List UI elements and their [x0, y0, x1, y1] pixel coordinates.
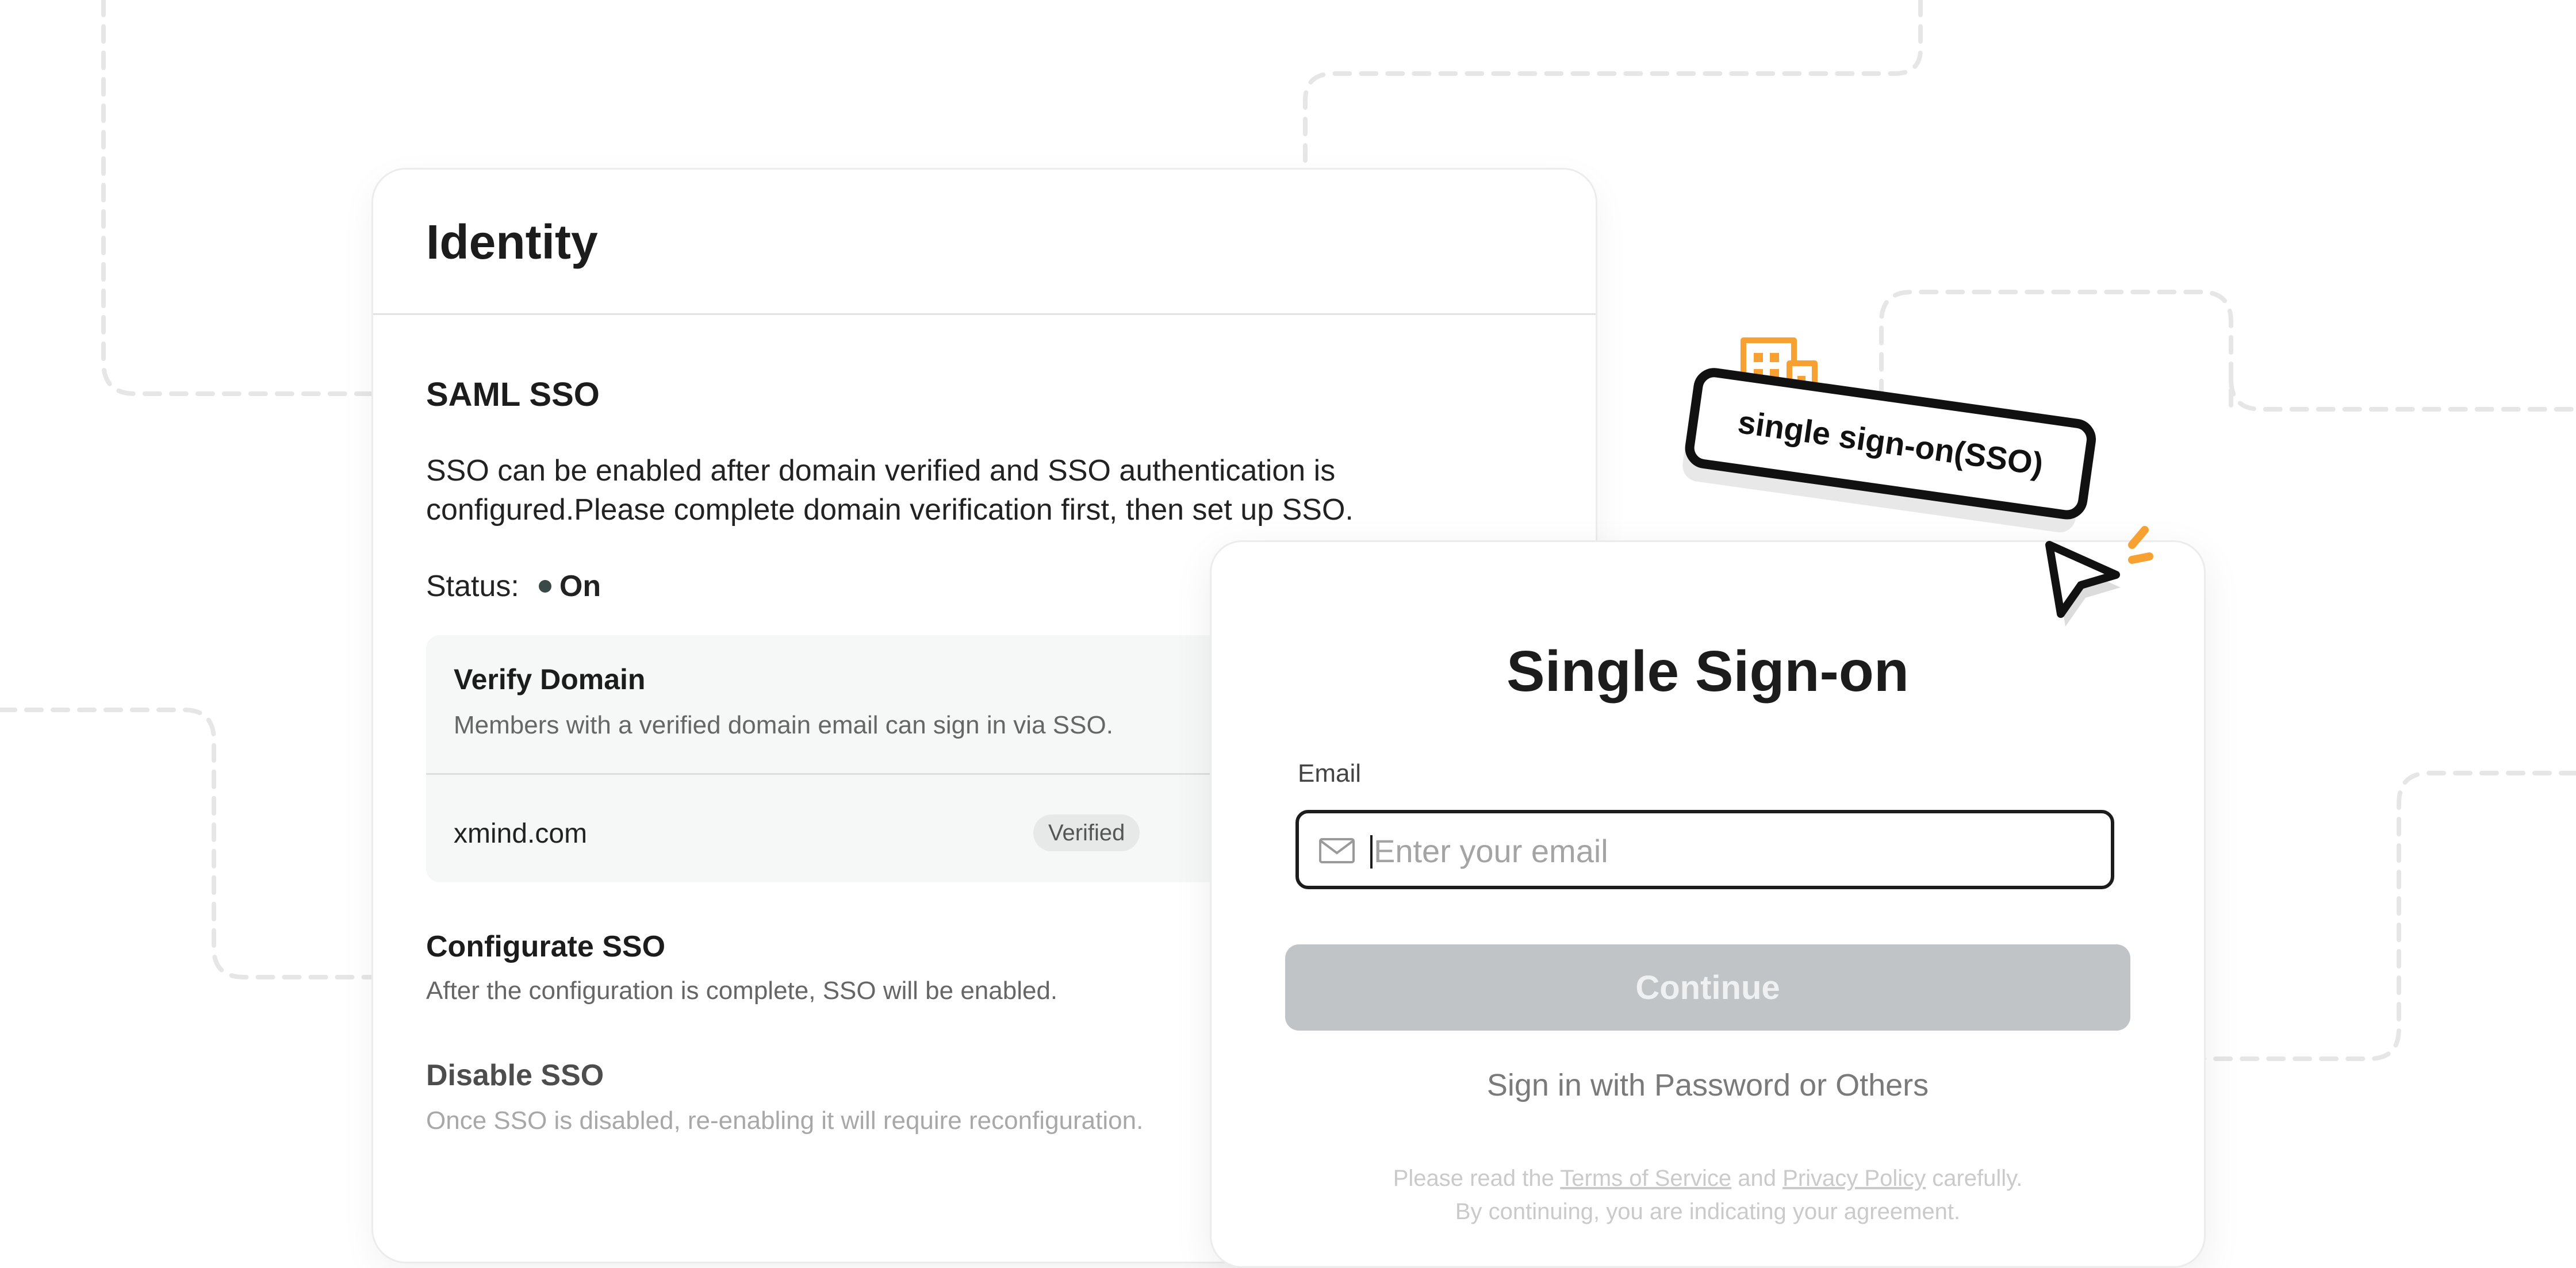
- status-row: Status: On: [426, 569, 601, 604]
- email-label: Email: [1298, 759, 1362, 787]
- status-value: On: [559, 570, 601, 603]
- status-label: Status:: [426, 570, 519, 603]
- mail-icon: [1319, 838, 1355, 863]
- saml-sso-description: SSO can be enabled after domain verified…: [426, 451, 1461, 529]
- disable-sso-title: Disable SSO: [426, 1059, 604, 1092]
- verify-domain-description: Members with a verified domain email can…: [454, 711, 1113, 739]
- terms-prefix: Please read the: [1393, 1166, 1554, 1191]
- continue-button[interactable]: Continue: [1285, 944, 2130, 1031]
- privacy-policy-link[interactable]: Privacy Policy: [1782, 1166, 1926, 1191]
- verified-badge: Verified: [1033, 814, 1140, 851]
- cursor-icon: [2045, 541, 2121, 627]
- terms-notice: Please read the Terms of Service and Pri…: [1212, 1162, 2204, 1228]
- sign-in-with-password-link[interactable]: Sign in with Password or Others: [1212, 1067, 2204, 1103]
- sso-sticker: single sign-on(SSO): [1682, 337, 2153, 627]
- configurate-sso-title: Configurate SSO: [426, 930, 666, 963]
- status-dot-icon: [538, 580, 551, 593]
- terms-suffix: carefully.: [1932, 1166, 2023, 1191]
- identity-header: Identity: [373, 170, 1596, 315]
- configurate-sso-description: After the configuration is complete, SSO…: [426, 977, 1058, 1005]
- saml-sso-title: SAML SSO: [426, 376, 600, 413]
- email-field[interactable]: [1295, 810, 2114, 889]
- page-title: Identity: [426, 215, 598, 269]
- saml-desc-line-2: configured.Please complete domain verifi…: [426, 493, 1354, 527]
- disable-sso-description: Once SSO is disabled, re-enabling it wil…: [426, 1106, 1144, 1135]
- click-burst-icon: [2128, 526, 2153, 564]
- terms-line-2: By continuing, you are indicating your a…: [1455, 1199, 1961, 1224]
- saml-desc-line-1: SSO can be enabled after domain verified…: [426, 454, 1336, 487]
- terms-line-1: Please read the Terms of Service and Pri…: [1212, 1162, 2204, 1195]
- terms-and: and: [1738, 1166, 1777, 1191]
- terms-of-service-link[interactable]: Terms of Service: [1560, 1166, 1731, 1191]
- domain-name: xmind.com: [454, 819, 588, 849]
- verify-domain-title: Verify Domain: [454, 663, 646, 696]
- email-input[interactable]: [1373, 825, 2099, 877]
